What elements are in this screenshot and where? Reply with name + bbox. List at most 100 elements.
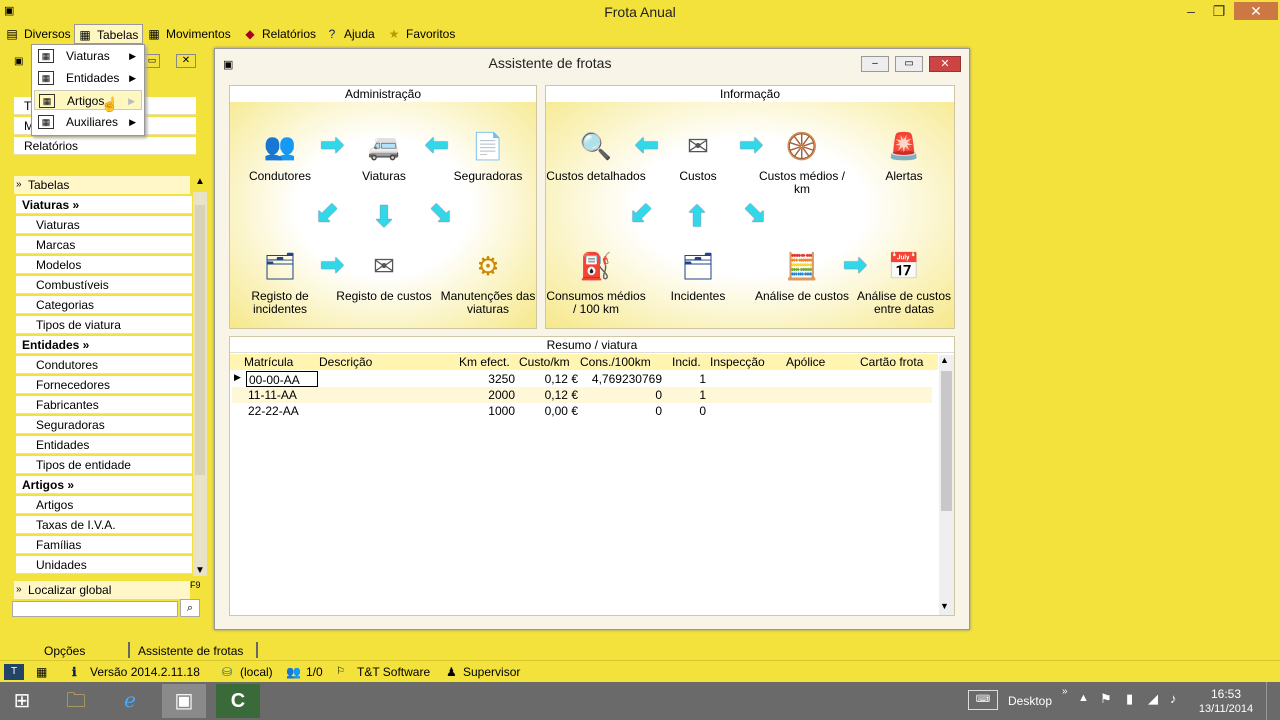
table-cell[interactable]: 0,12 € <box>516 387 578 403</box>
wizard-seguradoras[interactable]: 📄 Seguradoras <box>438 126 538 183</box>
table-cell[interactable]: 11-11-AA <box>246 387 318 403</box>
keyboard-icon[interactable]: ⌨ <box>968 690 998 710</box>
table-cell[interactable] <box>712 403 786 419</box>
nav-item[interactable]: Condutores <box>16 356 192 374</box>
nav-item[interactable]: Marcas <box>16 236 192 254</box>
dropdown-item-entidades[interactable]: ▦ Entidades ▶ <box>34 68 142 88</box>
col-inspeccao[interactable]: Inspecção <box>710 355 765 369</box>
wizard-incidentes[interactable]: 🗂 Incidentes <box>648 246 748 303</box>
nav-item[interactable]: Unidades <box>16 556 192 574</box>
table-cell[interactable] <box>321 387 451 403</box>
dropdown-item-artigos[interactable]: ▦ Artigos ▶ <box>34 90 142 110</box>
wizard-analise-custos[interactable]: 🧮 Análise de custos <box>752 246 852 303</box>
wizard-registo-custos[interactable]: ✉ Registo de custos <box>334 246 434 303</box>
assistant-close-button[interactable]: ✕ <box>929 56 961 72</box>
tab-assistente[interactable]: Assistente de frotas <box>130 642 251 660</box>
table-row[interactable]: 11-11-AA 2000 0,12 €0 1 <box>232 387 932 403</box>
col-cartao-frota[interactable]: Cartão frota <box>860 355 923 369</box>
menu-ajuda[interactable]: ? Ajuda <box>322 24 379 44</box>
show-desktop-button[interactable] <box>1266 682 1280 720</box>
table-cell[interactable]: 22-22-AA <box>246 403 318 419</box>
calculator-icon[interactable]: ▦ <box>36 664 47 680</box>
table-cell[interactable]: 0 <box>580 387 662 403</box>
nav-item[interactable]: Fabricantes <box>16 396 192 414</box>
wizard-viaturas[interactable]: 🚐 Viaturas <box>334 126 434 183</box>
nav-group-header[interactable]: Artigos » <box>16 476 192 494</box>
nav-item[interactable]: Combustíveis <box>16 276 192 294</box>
menu-diversos[interactable]: ▤ Diversos <box>2 24 75 44</box>
file-explorer-icon[interactable]: 🗀 <box>54 684 98 718</box>
table-cell[interactable]: 0,12 € <box>516 371 578 387</box>
nav-item[interactable]: Tipos de viatura <box>16 316 192 334</box>
col-matricula[interactable]: Matrícula <box>244 355 293 369</box>
table-cell[interactable] <box>321 371 451 387</box>
table-cell[interactable]: 2000 <box>451 387 515 403</box>
menu-movimentos[interactable]: ▦ Movimentos <box>144 24 235 44</box>
menu-relatorios[interactable]: ◆ Relatórios <box>240 24 320 44</box>
table-cell[interactable]: 0,00 € <box>516 403 578 419</box>
volume-icon[interactable]: ♪ <box>1170 691 1177 706</box>
nav-item[interactable]: Viaturas <box>16 216 192 234</box>
nav-item[interactable]: Categorias <box>16 296 192 314</box>
scroll-down-button[interactable]: ▼ <box>940 601 949 611</box>
table-cell[interactable]: 1 <box>672 371 706 387</box>
nav-item[interactable]: Tipos de entidade <box>16 456 192 474</box>
table-cell[interactable] <box>712 387 786 403</box>
tab-opcoes[interactable]: Opções <box>36 642 93 660</box>
table-cell[interactable]: 0 <box>672 403 706 419</box>
wizard-custos-detalhados[interactable]: 🔍 Custos detalhados <box>546 126 646 183</box>
wizard-alertas[interactable]: 🚨 Alertas <box>854 126 954 183</box>
table-row[interactable]: 22-22-AA 1000 0,00 €0 0 <box>232 403 932 419</box>
nav-item[interactable]: Entidades <box>16 436 192 454</box>
table-cell[interactable]: 1 <box>672 387 706 403</box>
desktop-toolbar[interactable]: Desktop <box>1008 694 1052 708</box>
grid-scrollbar-thumb[interactable] <box>941 371 952 511</box>
table-cell[interactable]: 0 <box>580 403 662 419</box>
col-descricao[interactable]: Descrição <box>319 355 372 369</box>
table-cell[interactable] <box>788 387 860 403</box>
close-button[interactable]: ✕ <box>1234 2 1278 20</box>
wizard-condutores[interactable]: 👥 Condutores <box>230 126 330 183</box>
search-section[interactable]: » Localizar global <box>14 581 190 599</box>
dropdown-item-viaturas[interactable]: ▦ Viaturas ▶ <box>34 46 142 66</box>
nav-item[interactable]: Fornecedores <box>16 376 192 394</box>
toolbar-expand-icon[interactable]: » <box>1062 686 1068 697</box>
nav-item[interactable]: Famílias <box>16 536 192 554</box>
nav-item[interactable]: Seguradoras <box>16 416 192 434</box>
windows-start-icon[interactable]: ⊞ <box>0 684 44 718</box>
col-incid[interactable]: Incid. <box>672 355 701 369</box>
clock-date[interactable]: 13/11/2014 <box>1196 703 1256 715</box>
clock-time[interactable]: 16:53 <box>1196 687 1256 701</box>
wizard-custos[interactable]: ✉ Custos <box>648 126 748 183</box>
scroll-up-button[interactable]: ▲ <box>193 176 207 190</box>
search-icon[interactable]: ⌕ <box>180 599 200 617</box>
section-tabelas[interactable]: » Tabelas <box>14 176 190 194</box>
menu-tabelas[interactable]: ▦ Tabelas <box>74 24 144 44</box>
panel-close-button[interactable]: ✕ <box>176 54 196 68</box>
scroll-down-button[interactable]: ▼ <box>193 565 207 579</box>
wizard-registo-incidentes[interactable]: 🗂 Registo de incidentes <box>230 246 330 316</box>
nav-scrollbar-thumb[interactable] <box>195 205 205 475</box>
panel-restore-button[interactable]: ▭ <box>144 54 160 68</box>
nav-item[interactable]: Taxas de I.V.A. <box>16 516 192 534</box>
table-cell[interactable] <box>788 403 860 419</box>
flag-icon[interactable]: ⚑ <box>1100 691 1112 707</box>
camtasia-icon[interactable]: C <box>216 684 260 718</box>
table-cell[interactable]: 3250 <box>451 371 515 387</box>
col-cons-100km[interactable]: Cons./100km <box>580 355 651 369</box>
wizard-manutencoes[interactable]: ⚙ Manutenções das viaturas <box>438 246 538 316</box>
maximize-button[interactable]: ❐ <box>1206 2 1232 20</box>
internet-explorer-icon[interactable]: ℯ <box>108 684 152 718</box>
table-cell[interactable] <box>321 403 451 419</box>
table-row[interactable]: ▶ 00-00-AA 3250 0,12 €4,769230769 1 <box>232 371 932 387</box>
nav-group-header[interactable]: Entidades » <box>16 336 192 354</box>
menu-favoritos[interactable]: ★ Favoritos <box>384 24 459 44</box>
nav-item-relatorios[interactable]: Relatórios <box>14 137 196 155</box>
assistant-minimize-button[interactable]: – <box>861 56 889 72</box>
table-cell[interactable] <box>862 371 938 387</box>
battery-icon[interactable]: ▮ <box>1126 691 1133 707</box>
dropdown-item-auxiliares[interactable]: ▦ Auxiliares ▶ <box>34 112 142 132</box>
nav-item[interactable]: Modelos <box>16 256 192 274</box>
tray-chevron-icon[interactable]: ▲ <box>1078 692 1089 704</box>
wizard-consumos-medios[interactable]: ⛽ Consumos médios / 100 km <box>546 246 646 316</box>
